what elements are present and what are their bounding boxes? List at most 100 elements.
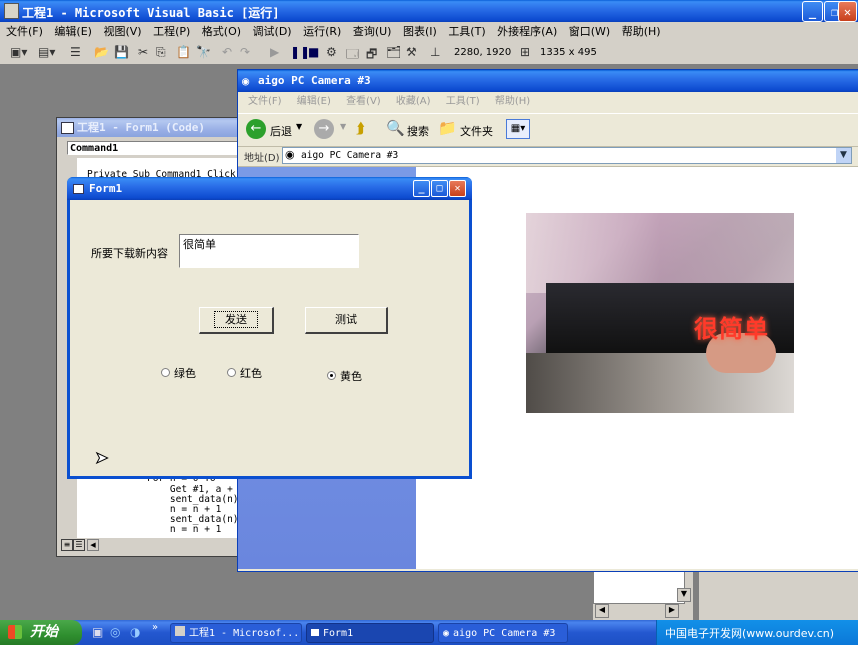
taskbar: 开始 ▣ ◎ ◑ » 工程1 - Microsof... Form1 ◉ aigo… xyxy=(0,620,858,645)
vb-menu-debug[interactable]: 调试(D) xyxy=(253,25,292,38)
quicklaunch-media-icon[interactable]: ◑ xyxy=(130,625,140,639)
content-input[interactable]: 很简单 xyxy=(179,234,359,268)
form-layout-icon[interactable]: 🗗 xyxy=(366,45,377,66)
camera-content: 很简单 xyxy=(416,167,858,569)
radio-yellow-label[interactable]: 黄色 xyxy=(340,368,362,384)
radio-red-label[interactable]: 红色 xyxy=(240,365,262,381)
cut-icon[interactable]: ✂ xyxy=(138,45,148,59)
form1-maximize-button[interactable]: □ xyxy=(431,180,448,197)
search-button-label[interactable]: 搜索 xyxy=(407,123,429,139)
quicklaunch-ie-icon[interactable]: ◎ xyxy=(110,625,120,639)
camera-menu-help[interactable]: 帮助(H) xyxy=(495,96,530,107)
camera-menu-favorites[interactable]: 收藏(A) xyxy=(396,96,431,107)
code-hscroll-left-icon[interactable]: ◀ xyxy=(87,539,99,551)
radio-green-label[interactable]: 绿色 xyxy=(174,365,196,381)
camera-menu-tools[interactable]: 工具(T) xyxy=(446,96,480,107)
redo-icon[interactable]: ↷ xyxy=(240,45,250,59)
background-panel: ▼ ◀ ▶ xyxy=(592,565,694,621)
radio-red[interactable] xyxy=(227,368,236,377)
system-tray: 中国电子开发网(www.ourdev.cn) xyxy=(656,620,858,645)
scroll-left-arrow-icon[interactable]: ◀ xyxy=(595,604,609,618)
folders-icon[interactable]: 📁 xyxy=(438,119,457,137)
vb-title: 工程1 - Microsoft Visual Basic [运行] xyxy=(22,6,280,20)
procedure-view-icon[interactable]: ≡ xyxy=(61,539,73,551)
forward-arrow-icon[interactable]: → xyxy=(314,119,334,139)
camera-menu-edit[interactable]: 编辑(E) xyxy=(297,96,331,107)
open-icon[interactable]: 📂 xyxy=(94,45,109,59)
vb-minimize-button[interactable]: _ xyxy=(802,1,823,22)
task-form1-label: Form1 xyxy=(323,628,354,639)
stop-icon[interactable]: ■ xyxy=(308,45,319,59)
task-camera[interactable]: ◉ aigo PC Camera #3 xyxy=(438,623,568,643)
vb-menu-edit[interactable]: 编辑(E) xyxy=(54,25,92,38)
menu-editor-icon[interactable]: ☰ xyxy=(70,45,81,59)
radio-yellow[interactable] xyxy=(327,371,336,380)
copy-icon[interactable]: ⎘ xyxy=(156,45,166,60)
vb-menu-diagram[interactable]: 图表(I) xyxy=(403,25,437,38)
form1-close-button[interactable]: ✕ xyxy=(449,180,466,197)
camera-window-icon: ◉ xyxy=(242,74,250,88)
toolbox-icon[interactable]: ⚒ xyxy=(406,45,417,59)
up-folder-icon[interactable]: ⮭ xyxy=(356,119,365,137)
folders-button-label[interactable]: 文件夹 xyxy=(460,123,493,139)
full-module-view-icon[interactable]: ☰ xyxy=(73,539,85,551)
vb-menu-window[interactable]: 窗口(W) xyxy=(569,25,610,38)
task-camera-icon: ◉ xyxy=(443,628,450,639)
content-label: 所要下载新内容 xyxy=(91,247,168,260)
add-project-icon[interactable]: ▣▾ xyxy=(10,45,27,59)
paste-icon[interactable]: 📋 xyxy=(176,45,191,59)
windows-logo-icon xyxy=(8,625,22,639)
vb-menu-format[interactable]: 格式(O) xyxy=(202,25,241,38)
camera-address-icon: ◉ xyxy=(285,148,295,161)
project-explorer-icon[interactable]: ⚙ xyxy=(326,45,337,59)
code-line-6: n = n + 1 xyxy=(147,524,222,535)
find-icon[interactable]: 🔭 xyxy=(196,45,211,59)
camera-title-bar[interactable]: ◉ aigo PC Camera #3 xyxy=(238,70,858,92)
mouse-pointer-icon: ➤ xyxy=(94,448,109,468)
address-input[interactable]: ◉ aigo PC Camera #3 ▼ xyxy=(282,147,852,164)
scroll-right-arrow-icon[interactable]: ▶ xyxy=(665,604,679,618)
task-form1[interactable]: Form1 xyxy=(306,623,434,643)
object-browser-icon[interactable]: 🗂 xyxy=(386,45,401,59)
vb-close-button-visible[interactable]: ✕ xyxy=(838,1,857,22)
vb-menu-project[interactable]: 工程(P) xyxy=(153,25,190,38)
search-icon[interactable]: 🔍 xyxy=(386,119,405,137)
camera-menu-view[interactable]: 查看(V) xyxy=(346,96,381,107)
back-arrow-icon[interactable]: ← xyxy=(246,119,266,139)
forward-dropdown-icon[interactable]: ▼ xyxy=(340,122,346,131)
vb-menu-query[interactable]: 查询(U) xyxy=(353,25,392,38)
vb-menu-run[interactable]: 运行(R) xyxy=(303,25,341,38)
test-button[interactable]: 测试 xyxy=(305,307,388,334)
start-icon[interactable]: ▶ xyxy=(270,45,279,59)
vb-menu-addins[interactable]: 外接程序(A) xyxy=(497,25,557,38)
back-button-label[interactable]: 后退 xyxy=(270,123,292,139)
code-title-bar[interactable]: 工程1 - Form1 (Code) xyxy=(57,118,241,137)
undo-icon[interactable]: ↶ xyxy=(222,45,232,59)
address-dropdown-icon[interactable]: ▼ xyxy=(836,148,851,163)
send-button-label: 发送 xyxy=(214,311,258,328)
views-icon[interactable]: ▦▾ xyxy=(506,119,530,139)
object-combo[interactable]: Command1 xyxy=(67,141,241,155)
form1-title-bar[interactable]: Form1 _ □ ✕ xyxy=(67,177,472,200)
properties-icon[interactable]: 🗔 xyxy=(346,45,359,66)
back-dropdown-icon[interactable]: ▼ xyxy=(296,122,302,131)
form1-minimize-button[interactable]: _ xyxy=(413,180,430,197)
vb-title-bar[interactable]: 工程1 - Microsoft Visual Basic [运行] _ ❐ ✕ xyxy=(0,0,858,22)
quicklaunch-desktop-icon[interactable]: ▣ xyxy=(92,625,103,639)
address-value: aigo PC Camera #3 xyxy=(301,150,399,161)
camera-window-title: aigo PC Camera #3 xyxy=(258,74,371,87)
scroll-down-arrow-icon[interactable]: ▼ xyxy=(677,588,691,602)
start-button[interactable]: 开始 xyxy=(0,620,82,645)
vb-menu-view[interactable]: 视图(V) xyxy=(103,25,141,38)
quicklaunch-more-icon[interactable]: » xyxy=(152,622,158,633)
vb-menu-help[interactable]: 帮助(H) xyxy=(622,25,661,38)
vb-menu-file[interactable]: 文件(F) xyxy=(6,25,43,38)
save-icon[interactable]: 💾 xyxy=(114,45,129,59)
camera-preview-overlay-text: 很简单 xyxy=(694,315,769,343)
radio-green[interactable] xyxy=(161,368,170,377)
task-vb[interactable]: 工程1 - Microsof... xyxy=(170,623,302,643)
camera-menu-file[interactable]: 文件(F) xyxy=(248,96,282,107)
send-button[interactable]: 发送 xyxy=(199,307,274,334)
add-form-icon[interactable]: ▤▾ xyxy=(38,45,55,59)
vb-menu-tools[interactable]: 工具(T) xyxy=(448,25,485,38)
